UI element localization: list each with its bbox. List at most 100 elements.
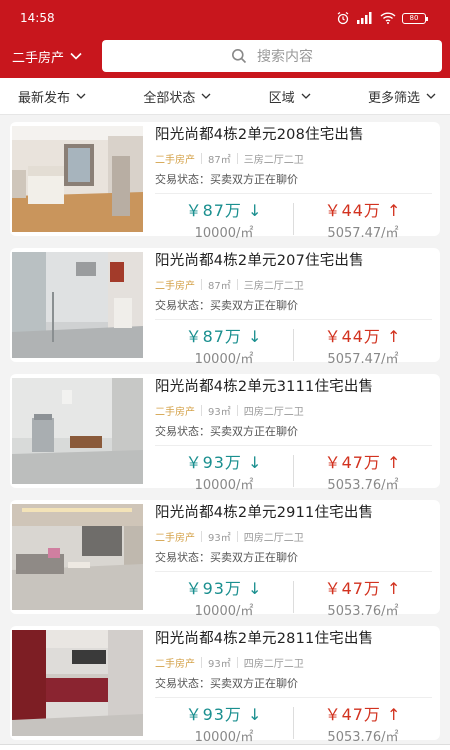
arrow-up-icon: ↑ (387, 705, 402, 724)
listing-tags: 二手房产 87㎡ 三房二厅二卫 (155, 151, 432, 166)
status-time: 14:58 (20, 11, 55, 25)
status-bar: 14:58 80 (0, 0, 450, 36)
arrow-up-icon: ↑ (387, 453, 402, 472)
listing-tags: 二手房产 93㎡ 四房二厅二卫 (155, 655, 432, 670)
category-selector[interactable]: 二手房产 (12, 47, 102, 66)
unit-price-right: 5053.76/㎡ (327, 478, 399, 493)
unit-price-left: 10000/㎡ (194, 226, 254, 241)
filter-more[interactable]: 更多筛选 (368, 87, 436, 106)
battery-icon: 80 (402, 12, 428, 24)
listing-info: 阳光尚都4栋2单元208住宅出售 二手房产 87㎡ 三房二厅二卫 交易状态：买卖… (143, 126, 440, 241)
filter-sort[interactable]: 最新发布 (18, 87, 86, 106)
price-right: ￥44万 (324, 201, 381, 220)
listing-type: 二手房产 (155, 407, 195, 418)
listing-layout: 三房二厅二卫 (243, 155, 304, 166)
listing-type: 二手房产 (155, 155, 195, 166)
listing-prices: ￥87万 ↓ 10000/㎡ ￥44万 ↑ 5057.47/㎡ (155, 322, 432, 368)
unit-price-left: 10000/㎡ (194, 478, 254, 493)
listing-prices: ￥93万 ↓ 10000/㎡ ￥47万 ↑ 5053.76/㎡ (155, 448, 432, 494)
listing-tags: 二手房产 93㎡ 四房二厅二卫 (155, 529, 432, 544)
listing-status: 交易状态：买卖双方正在聊价 (155, 677, 298, 690)
arrow-down-icon: ↓ (248, 579, 263, 598)
search-input[interactable]: 搜索内容 (102, 40, 442, 72)
alarm-icon (337, 12, 349, 25)
listing-area: 93㎡ (208, 659, 231, 670)
arrow-down-icon: ↓ (248, 705, 263, 724)
filter-label: 更多筛选 (367, 90, 420, 106)
arrow-down-icon: ↓ (248, 201, 263, 220)
chevron-down-icon (426, 93, 436, 99)
listing-tags: 二手房产 93㎡ 四房二厅二卫 (155, 403, 432, 418)
chevron-down-icon (301, 93, 311, 99)
arrow-up-icon: ↑ (387, 579, 402, 598)
status-icons: 80 (336, 11, 428, 25)
chevron-down-icon (70, 52, 82, 60)
listing-card[interactable]: 阳光尚都4栋2单元208住宅出售 二手房产 87㎡ 三房二厅二卫 交易状态：买卖… (10, 122, 440, 241)
listing-status: 交易状态：买卖双方正在聊价 (155, 425, 298, 438)
listing-title: 阳光尚都4栋2单元2911住宅出售 (155, 505, 374, 521)
header-nav: 二手房产 搜索内容 (0, 37, 450, 75)
listing-list: 阳光尚都4栋2单元208住宅出售 二手房产 87㎡ 三房二厅二卫 交易状态：买卖… (0, 115, 450, 750)
listing-prices: ￥93万 ↓ 10000/㎡ ￥47万 ↑ 5053.76/㎡ (155, 700, 432, 746)
listing-title: 阳光尚都4栋2单元3111住宅出售 (155, 379, 374, 395)
unit-price-left: 10000/㎡ (194, 352, 254, 367)
filter-label: 全部状态 (143, 90, 196, 106)
listing-layout: 四房二厅二卫 (243, 407, 304, 418)
unit-price-left: 10000/㎡ (194, 604, 254, 619)
listing-info: 阳光尚都4栋2单元2911住宅出售 二手房产 93㎡ 四房二厅二卫 交易状态：买… (143, 504, 440, 619)
listing-area: 93㎡ (208, 533, 231, 544)
listing-tags: 二手房产 87㎡ 三房二厅二卫 (155, 277, 432, 292)
price-left: ￥87万 (185, 327, 242, 346)
arrow-up-icon: ↑ (387, 201, 402, 220)
listing-type: 二手房产 (155, 659, 195, 670)
price-right: ￥47万 (324, 705, 381, 724)
price-right: ￥47万 (324, 453, 381, 472)
wifi-icon (380, 12, 396, 24)
category-label: 二手房产 (12, 50, 65, 66)
listing-layout: 三房二厅二卫 (243, 281, 304, 292)
listing-card[interactable]: 阳光尚都4栋2单元207住宅出售 二手房产 87㎡ 三房二厅二卫 交易状态：买卖… (10, 248, 440, 367)
listing-info: 阳光尚都4栋2单元3111住宅出售 二手房产 93㎡ 四房二厅二卫 交易状态：买… (143, 378, 440, 493)
filter-bar: 最新发布 全部状态 区域 更多筛选 (0, 78, 450, 115)
listing-prices: ￥87万 ↓ 10000/㎡ ￥44万 ↑ 5057.47/㎡ (155, 196, 432, 242)
listing-card[interactable]: 阳光尚都4栋2单元2811住宅出售 二手房产 93㎡ 四房二厅二卫 交易状态：买… (10, 626, 440, 745)
listing-prices: ￥93万 ↓ 10000/㎡ ￥47万 ↑ 5053.76/㎡ (155, 574, 432, 620)
unit-price-right: 5057.47/㎡ (327, 226, 399, 241)
listing-card[interactable]: 阳光尚都4栋2单元2911住宅出售 二手房产 93㎡ 四房二厅二卫 交易状态：买… (10, 500, 440, 619)
arrow-up-icon: ↑ (387, 327, 402, 346)
arrow-down-icon: ↓ (248, 327, 263, 346)
arrow-down-icon: ↓ (248, 453, 263, 472)
listing-area: 87㎡ (208, 281, 231, 292)
unit-price-left: 10000/㎡ (194, 730, 254, 745)
filter-region[interactable]: 区域 (269, 87, 311, 106)
signal-icon (357, 12, 372, 24)
unit-price-right: 5053.76/㎡ (327, 730, 399, 745)
listing-area: 93㎡ (208, 407, 231, 418)
listing-status: 交易状态：买卖双方正在聊价 (155, 551, 298, 564)
price-left: ￥87万 (185, 201, 242, 220)
listing-type: 二手房产 (155, 281, 195, 292)
listing-card[interactable]: 阳光尚都4栋2单元3111住宅出售 二手房产 93㎡ 四房二厅二卫 交易状态：买… (10, 374, 440, 493)
listing-info: 阳光尚都4栋2单元207住宅出售 二手房产 87㎡ 三房二厅二卫 交易状态：买卖… (143, 252, 440, 367)
filter-status[interactable]: 全部状态 (143, 87, 211, 106)
listing-photo (12, 378, 143, 484)
listing-area: 87㎡ (208, 155, 231, 166)
search-placeholder: 搜索内容 (257, 49, 313, 65)
listing-photo (12, 126, 143, 232)
listing-title: 阳光尚都4栋2单元207住宅出售 (155, 253, 364, 269)
price-left: ￥93万 (185, 705, 242, 724)
app-header: 14:58 80 二手房产 搜索内容 (0, 0, 450, 78)
price-right: ￥47万 (324, 579, 381, 598)
unit-price-right: 5053.76/㎡ (327, 604, 399, 619)
bottom-tab-bar[interactable] (0, 744, 450, 750)
listing-layout: 四房二厅二卫 (243, 659, 304, 670)
battery-level: 80 (409, 14, 419, 22)
unit-price-right: 5057.47/㎡ (327, 352, 399, 367)
listing-layout: 四房二厅二卫 (243, 533, 304, 544)
listing-title: 阳光尚都4栋2单元208住宅出售 (155, 127, 364, 143)
listing-photo (12, 252, 143, 358)
listing-info: 阳光尚都4栋2单元2811住宅出售 二手房产 93㎡ 四房二厅二卫 交易状态：买… (143, 630, 440, 745)
listing-title: 阳光尚都4栋2单元2811住宅出售 (155, 631, 374, 647)
chevron-down-icon (201, 93, 211, 99)
filter-label: 区域 (268, 90, 295, 106)
